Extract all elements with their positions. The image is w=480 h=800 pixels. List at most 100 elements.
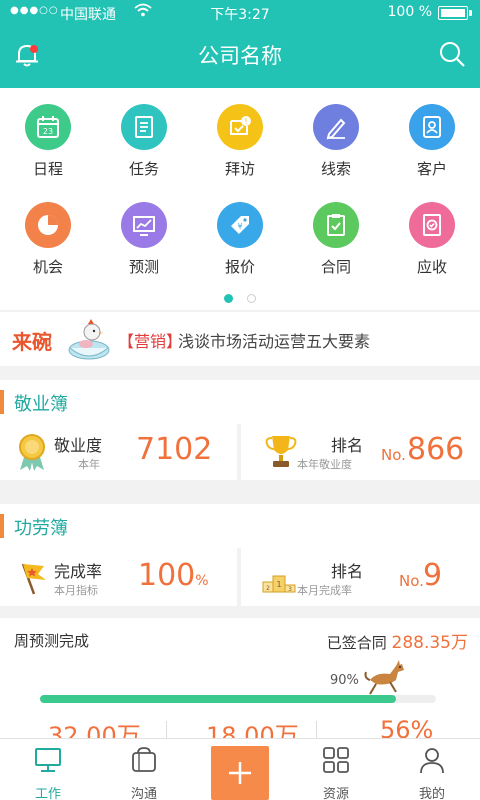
pen-icon bbox=[313, 104, 359, 150]
visit-icon: ! bbox=[217, 104, 263, 150]
page-dot[interactable] bbox=[247, 294, 256, 303]
forecast-stat-2: 18.00万 bbox=[206, 722, 299, 738]
podium-icon: 12 3 bbox=[261, 558, 297, 596]
monitor-icon bbox=[33, 745, 63, 775]
tab-label: 资源 bbox=[322, 787, 349, 800]
chat-icon bbox=[129, 745, 159, 775]
news-banner[interactable]: 来碗 【营销】 浅谈市场活动运营五大要素 bbox=[0, 312, 480, 366]
medal-icon bbox=[14, 432, 50, 471]
pie-icon bbox=[25, 202, 71, 248]
clipboard-icon bbox=[313, 202, 359, 248]
flag-icon bbox=[14, 558, 50, 596]
section-merit: 功劳簿 bbox=[0, 504, 480, 548]
news-brand: 来碗 bbox=[12, 330, 52, 354]
trophy-icon bbox=[263, 432, 299, 470]
page-title: 公司名称 bbox=[198, 44, 282, 68]
add-button[interactable] bbox=[211, 746, 269, 800]
grid-item-receivable[interactable]: 应收 bbox=[384, 202, 480, 292]
card-sublabel: 本年 bbox=[78, 458, 100, 471]
svg-text:3: 3 bbox=[288, 586, 292, 593]
grid-label: 预测 bbox=[128, 258, 159, 276]
grid-label: 应收 bbox=[416, 258, 447, 276]
tab-resources[interactable]: 资源 bbox=[288, 745, 384, 800]
signed-contracts: 已签合同 288.35万 bbox=[326, 633, 468, 653]
grid-label: 线索 bbox=[320, 160, 351, 178]
user-icon bbox=[417, 745, 447, 775]
calendar-icon: 23 bbox=[25, 104, 71, 150]
section-dedication: 敬业簿 bbox=[0, 380, 480, 424]
chart-icon bbox=[121, 202, 167, 248]
completion-value: 100% bbox=[138, 558, 209, 593]
app-header: ●●●○○ 中国联通 下午3:27 100 % 公司名称 bbox=[0, 0, 480, 88]
grid-item-task[interactable]: 任务 bbox=[96, 104, 192, 194]
news-headline: 浅谈市场活动运营五大要素 bbox=[178, 332, 371, 351]
search-icon[interactable] bbox=[438, 40, 466, 68]
tab-me[interactable]: 我的 bbox=[384, 745, 480, 800]
merit-rank-card[interactable]: 12 3 排名 本月完成率 No. 9 bbox=[241, 548, 480, 606]
grid-label: 报价 bbox=[224, 258, 255, 276]
news-tag: 【营销】 bbox=[118, 332, 183, 351]
svg-text:¥: ¥ bbox=[237, 222, 242, 231]
dedication-rank-card[interactable]: 排名 本年敬业度 No. 866 bbox=[241, 422, 480, 480]
progress-track bbox=[40, 695, 436, 703]
grid-icon bbox=[321, 745, 351, 775]
battery-icon bbox=[438, 6, 472, 20]
grid-item-lead[interactable]: 线索 bbox=[288, 104, 384, 194]
card-label: 排名 bbox=[331, 436, 364, 455]
forecast-stat-3: 56% bbox=[380, 716, 434, 738]
grid-label: 机会 bbox=[32, 258, 63, 276]
card-sublabel: 本年敬业度 bbox=[297, 458, 352, 471]
card-label: 敬业度 bbox=[54, 436, 103, 455]
page-dot-active[interactable] bbox=[224, 294, 233, 303]
grid-item-customer[interactable]: 客户 bbox=[384, 104, 480, 194]
grid-item-forecast[interactable]: 预测 bbox=[96, 202, 192, 292]
section-title: 功劳簿 bbox=[14, 518, 68, 539]
tab-communicate[interactable]: 沟通 bbox=[96, 745, 192, 800]
merit-rank-value: 9 bbox=[423, 558, 443, 593]
signed-amount: 288.35万 bbox=[391, 633, 468, 653]
grid-label: 任务 bbox=[128, 160, 159, 178]
plus-icon bbox=[229, 762, 251, 784]
document-icon bbox=[121, 104, 167, 150]
grid-item-quote[interactable]: ¥ 报价 bbox=[192, 202, 288, 292]
dedication-rank-value: 866 bbox=[407, 432, 465, 467]
card-sublabel: 本月指标 bbox=[54, 584, 98, 597]
function-grid: 23 日程 任务 ! 拜访 线索 客户 机会 预测 ¥ 报价 合同 应收 bbox=[0, 88, 480, 310]
status-bar: ●●●○○ 中国联通 下午3:27 100 % bbox=[0, 0, 480, 26]
svg-text:23: 23 bbox=[43, 127, 53, 136]
svg-text:2: 2 bbox=[266, 585, 270, 592]
weekly-forecast-panel[interactable]: 周预测完成 已签合同 288.35万 90% 32.00万 18.00万 56% bbox=[0, 618, 480, 738]
page-indicator bbox=[0, 288, 480, 307]
dedication-score-value: 7102 bbox=[136, 432, 213, 467]
grid-item-contract[interactable]: 合同 bbox=[288, 202, 384, 292]
tab-label: 工作 bbox=[34, 787, 61, 800]
tab-label: 我的 bbox=[418, 787, 445, 800]
grid-label: 日程 bbox=[32, 160, 63, 178]
horse-icon bbox=[362, 654, 408, 700]
card-label: 完成率 bbox=[54, 562, 103, 581]
grid-label: 客户 bbox=[416, 160, 447, 178]
rank-prefix: No. bbox=[399, 572, 424, 590]
grid-item-opportunity[interactable]: 机会 bbox=[0, 202, 96, 292]
receivable-icon bbox=[409, 202, 455, 248]
progress-percent: 90% bbox=[330, 673, 359, 688]
card-label: 排名 bbox=[331, 562, 364, 581]
merit-completion-card[interactable]: 完成率 本月指标 100% bbox=[0, 548, 237, 606]
tab-work[interactable]: 工作 bbox=[0, 745, 96, 800]
nav-bar: 公司名称 bbox=[0, 26, 480, 88]
contact-icon bbox=[409, 104, 455, 150]
price-tag-icon: ¥ bbox=[217, 202, 263, 248]
forecast-title: 周预测完成 bbox=[14, 632, 90, 650]
mascot-bowl-icon bbox=[64, 316, 114, 364]
grid-item-visit[interactable]: ! 拜访 bbox=[192, 104, 288, 194]
tab-label: 沟通 bbox=[130, 787, 157, 800]
card-sublabel: 本月完成率 bbox=[297, 584, 352, 597]
progress-fill bbox=[40, 695, 397, 703]
grid-item-schedule[interactable]: 23 日程 bbox=[0, 104, 96, 194]
dedication-score-card[interactable]: 敬业度 本年 7102 bbox=[0, 422, 237, 480]
battery-text: 100 % bbox=[387, 4, 432, 20]
section-title: 敬业簿 bbox=[14, 394, 68, 415]
forecast-stat-1: 32.00万 bbox=[48, 722, 141, 738]
svg-text:1: 1 bbox=[276, 580, 281, 589]
rank-prefix: No. bbox=[381, 446, 406, 464]
